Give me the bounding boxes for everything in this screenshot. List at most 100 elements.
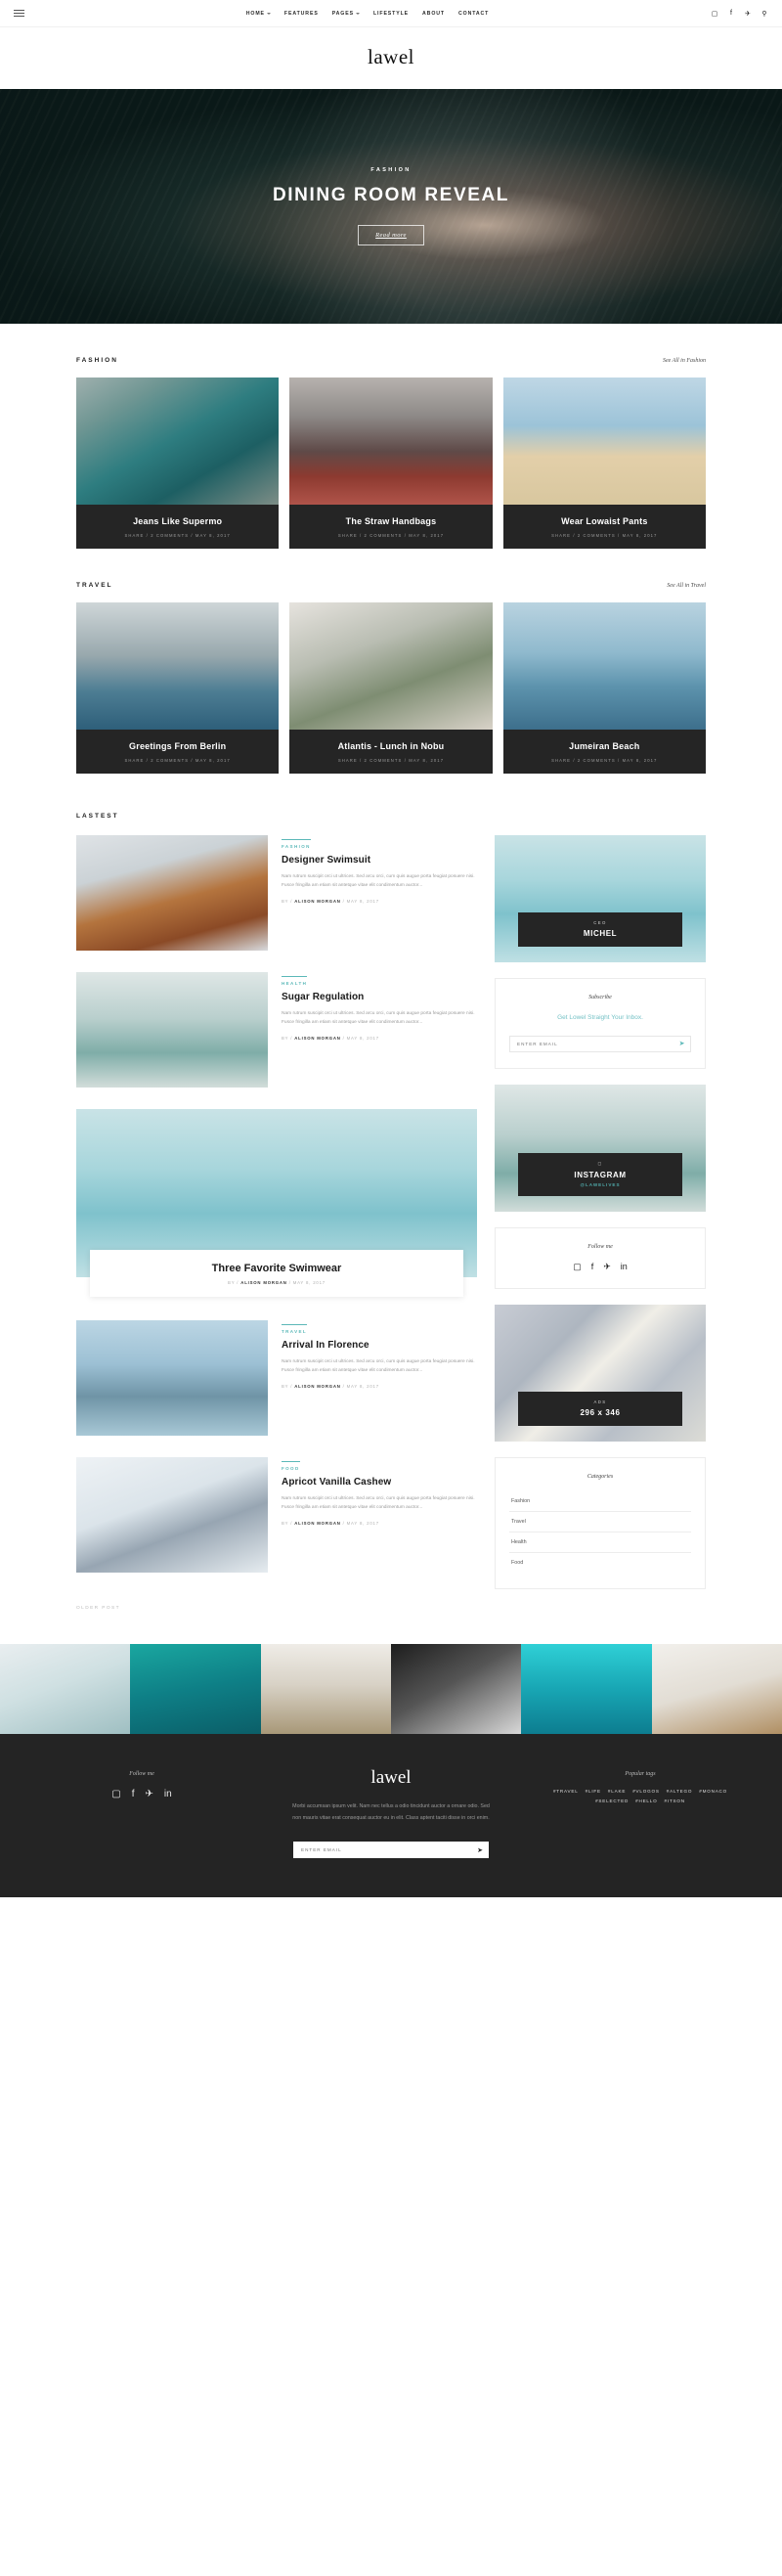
nav-item-contact[interactable]: CONTACT <box>458 11 489 17</box>
hero-category: FASHION <box>370 167 412 173</box>
footer-logo[interactable]: lawel <box>235 1767 547 1789</box>
card-title: The Straw Handbags <box>345 516 437 526</box>
twitter-icon[interactable]: ✈ <box>603 1262 611 1272</box>
older-post-link[interactable]: OLDER POST <box>76 1606 120 1611</box>
subscribe-email-input[interactable] <box>510 1041 673 1046</box>
twitter-icon[interactable]: ✈ <box>744 10 752 18</box>
post-title[interactable]: Apricot Vanilla Cashew <box>282 1477 477 1488</box>
card-title: Wear Lowaist Pants <box>561 516 648 526</box>
featured-post[interactable]: Three Favorite Swimwear By / ALISON MORG… <box>76 1109 477 1297</box>
by-prefix: By <box>228 1280 236 1285</box>
instagram-photo[interactable] <box>130 1644 261 1734</box>
list-item[interactable]: TRAVEL Arrival In Florence Nam rutrum su… <box>76 1320 477 1436</box>
footer-tag-list: #TRAVEL #LIFE #LAKE #VLOGOS #ALTEGO #MON… <box>547 1789 733 1803</box>
author-widget[interactable]: CEO MICHEL <box>495 835 706 962</box>
list-item[interactable]: FOOD Apricot Vanilla Cashew Nam rutrum s… <box>76 1457 477 1573</box>
instagram-photo[interactable] <box>521 1644 652 1734</box>
list-item[interactable]: HEALTH Sugar Regulation Nam rutrum susci… <box>76 972 477 1088</box>
post-author[interactable]: ALISON MORGAN <box>294 899 340 904</box>
search-icon[interactable]: ⚲ <box>760 10 768 18</box>
facebook-icon[interactable]: f <box>132 1789 135 1799</box>
category-item-travel[interactable]: Travel <box>509 1512 691 1532</box>
section-header-lastest: LASTEST <box>76 813 706 820</box>
post-thumbnail <box>76 1320 268 1436</box>
tag-item[interactable]: #MONACO <box>699 1789 727 1794</box>
card-item[interactable]: The Straw Handbags SHARE / 2 COMMENTS / … <box>289 378 493 549</box>
footer-follow-column: Follow me ▢ f ✈ in <box>49 1767 235 1799</box>
category-item-health[interactable]: Health <box>509 1532 691 1553</box>
chevron-down-icon <box>355 12 360 15</box>
linkedin-icon[interactable]: in <box>621 1262 628 1271</box>
tag-item[interactable]: #SELECTED <box>595 1799 629 1803</box>
tag-item[interactable]: #HELLO <box>635 1799 657 1803</box>
post-title[interactable]: Designer Swimsuit <box>282 855 477 866</box>
card-image <box>502 378 706 505</box>
post-category[interactable]: FASHION <box>282 839 311 849</box>
post-category[interactable]: TRAVEL <box>282 1324 308 1334</box>
tag-item[interactable]: #LIFE <box>586 1789 601 1794</box>
instagram-photo[interactable] <box>390 1644 522 1734</box>
sep: / <box>342 1520 345 1526</box>
facebook-icon[interactable]: f <box>591 1262 594 1271</box>
footer-email-input[interactable] <box>293 1847 471 1853</box>
tag-item[interactable]: #VLOGOS <box>632 1789 660 1794</box>
tag-item[interactable]: #ITSON <box>665 1799 685 1803</box>
footer-subscribe-button[interactable]: ➤ <box>471 1846 489 1854</box>
post-author[interactable]: ALISON MORGAN <box>294 1036 340 1041</box>
post-excerpt: Nam rutrum suscipit orci ut ultrices. Se… <box>282 1359 475 1374</box>
post-author[interactable]: ALISON MORGAN <box>294 1384 340 1389</box>
instagram-photo[interactable] <box>0 1644 131 1734</box>
follow-widget: Follow me ▢ f ✈ in <box>495 1226 706 1289</box>
instagram-icon[interactable]: ▢ <box>573 1262 582 1272</box>
ads-widget[interactable]: ADS 296 x 346 <box>495 1304 706 1442</box>
post-date: May 8, 2017 <box>292 1280 326 1285</box>
facebook-icon[interactable]: f <box>727 10 735 18</box>
featured-post-title[interactable]: Three Favorite Swimwear <box>100 1263 454 1274</box>
list-item[interactable]: FASHION Designer Swimsuit Nam rutrum sus… <box>76 835 477 951</box>
nav-item-features[interactable]: FEATURES <box>284 11 319 17</box>
card-item[interactable]: Greetings From Berlin SHARE / 2 COMMENTS… <box>76 602 280 774</box>
post-author[interactable]: ALISON MORGAN <box>240 1280 286 1285</box>
instagram-photo[interactable] <box>260 1644 391 1734</box>
follow-social-links: ▢ f ✈ in <box>509 1262 691 1272</box>
see-all-travel-link[interactable]: See All in Travel <box>667 583 706 589</box>
post-category[interactable]: FOOD <box>282 1461 300 1471</box>
post-title[interactable]: Arrival In Florence <box>282 1340 477 1351</box>
tag-item[interactable]: #TRAVEL <box>553 1789 579 1794</box>
card-item[interactable]: Wear Lowaist Pants SHARE / 2 COMMENTS / … <box>502 378 706 549</box>
nav-item-about[interactable]: ABOUT <box>422 11 445 17</box>
post-category[interactable]: HEALTH <box>282 976 308 986</box>
instagram-photo[interactable] <box>651 1644 782 1734</box>
instagram-icon[interactable]: ▢ <box>111 1789 120 1799</box>
category-item-food[interactable]: Food <box>509 1553 691 1573</box>
nav-item-home[interactable]: HOME <box>246 11 271 17</box>
instagram-icon[interactable]: ▢ <box>711 10 718 18</box>
see-all-fashion-link[interactable]: See All in Fashion <box>663 358 706 364</box>
post-title[interactable]: Sugar Regulation <box>282 992 477 1002</box>
sep: / <box>237 1280 239 1285</box>
post-author[interactable]: ALISON MORGAN <box>294 1521 340 1526</box>
card-item[interactable]: Atlantis - Lunch in Nobu SHARE / 2 COMME… <box>289 602 493 774</box>
categories-title: Categories <box>586 1473 614 1480</box>
instagram-widget[interactable]: ◻ INSTAGRAM @LAWELIVES <box>495 1084 706 1212</box>
category-item-fashion[interactable]: Fashion <box>509 1491 691 1512</box>
instagram-label: INSTAGRAM <box>574 1170 627 1179</box>
site-logo[interactable]: lawel <box>0 45 782 69</box>
sep: / <box>290 1035 293 1041</box>
subscribe-title: Subscribe <box>588 995 612 1000</box>
twitter-icon[interactable]: ✈ <box>146 1789 153 1799</box>
card-image <box>76 378 280 505</box>
sep: / <box>290 898 293 904</box>
nav-item-pages[interactable]: PAGES <box>332 11 360 17</box>
subscribe-submit-button[interactable]: ➤ <box>673 1037 690 1051</box>
hamburger-icon[interactable] <box>14 10 24 17</box>
footer-follow-title: Follow me <box>129 1771 154 1777</box>
card-item[interactable]: Jeans Like Supermo SHARE / 2 COMMENTS / … <box>76 378 280 549</box>
tag-item[interactable]: #LAKE <box>608 1789 626 1794</box>
hero-read-more-button[interactable]: Read more <box>358 225 424 245</box>
chevron-down-icon <box>266 12 271 15</box>
tag-item[interactable]: #ALTEGO <box>667 1789 692 1794</box>
card-item[interactable]: Jumeiran Beach SHARE / 2 COMMENTS / MAY … <box>502 602 706 774</box>
nav-item-lifestyle[interactable]: LIFESTYLE <box>373 11 409 17</box>
linkedin-icon[interactable]: in <box>164 1789 172 1799</box>
